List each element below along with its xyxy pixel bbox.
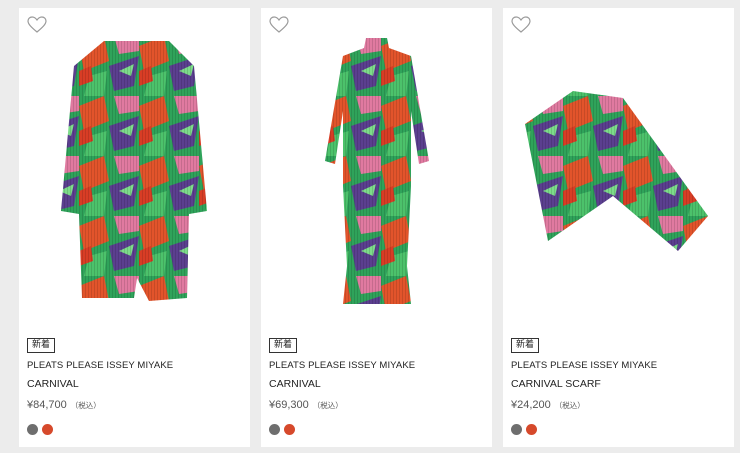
product-card[interactable]: 新着 PLEATS PLEASE ISSEY MIYAKE CARNIVAL ¥… — [261, 8, 492, 447]
color-swatch-gray[interactable] — [27, 424, 38, 435]
tax-label: （税込） — [312, 401, 343, 410]
product-name[interactable]: CARNIVAL — [269, 378, 321, 390]
product-name[interactable]: CARNIVAL — [27, 378, 79, 390]
heart-icon[interactable] — [511, 16, 531, 34]
product-grid: 新着 PLEATS PLEASE ISSEY MIYAKE CARNIVAL ¥… — [0, 0, 740, 453]
new-badge: 新着 — [269, 338, 298, 353]
color-swatch-gray[interactable] — [269, 424, 280, 435]
price-value: ¥84,700 — [27, 399, 67, 411]
color-swatches — [27, 424, 53, 435]
color-swatches — [269, 424, 295, 435]
heart-icon[interactable] — [269, 16, 289, 34]
product-name[interactable]: CARNIVAL SCARF — [511, 378, 601, 390]
color-swatch-red[interactable] — [42, 424, 53, 435]
product-card[interactable]: 新着 PLEATS PLEASE ISSEY MIYAKE CARNIVAL ¥… — [19, 8, 250, 447]
product-brand[interactable]: PLEATS PLEASE ISSEY MIYAKE — [511, 360, 657, 371]
product-image-long-coat[interactable] — [19, 36, 250, 316]
tax-label: （税込） — [554, 401, 585, 410]
tax-label: （税込） — [70, 401, 101, 410]
product-brand[interactable]: PLEATS PLEASE ISSEY MIYAKE — [27, 360, 173, 371]
price-value: ¥69,300 — [269, 399, 309, 411]
product-price: ¥84,700 （税込） — [27, 399, 101, 411]
color-swatches — [511, 424, 537, 435]
product-price: ¥69,300 （税込） — [269, 399, 343, 411]
new-badge: 新着 — [511, 338, 540, 353]
product-image-dress[interactable] — [261, 36, 492, 316]
heart-icon[interactable] — [27, 16, 47, 34]
product-image-scarf[interactable] — [503, 36, 734, 316]
product-card[interactable]: 新着 PLEATS PLEASE ISSEY MIYAKE CARNIVAL S… — [503, 8, 734, 447]
price-value: ¥24,200 — [511, 399, 551, 411]
product-brand[interactable]: PLEATS PLEASE ISSEY MIYAKE — [269, 360, 415, 371]
color-swatch-gray[interactable] — [511, 424, 522, 435]
product-price: ¥24,200 （税込） — [511, 399, 585, 411]
color-swatch-red[interactable] — [284, 424, 295, 435]
new-badge: 新着 — [27, 338, 56, 353]
color-swatch-red[interactable] — [526, 424, 537, 435]
